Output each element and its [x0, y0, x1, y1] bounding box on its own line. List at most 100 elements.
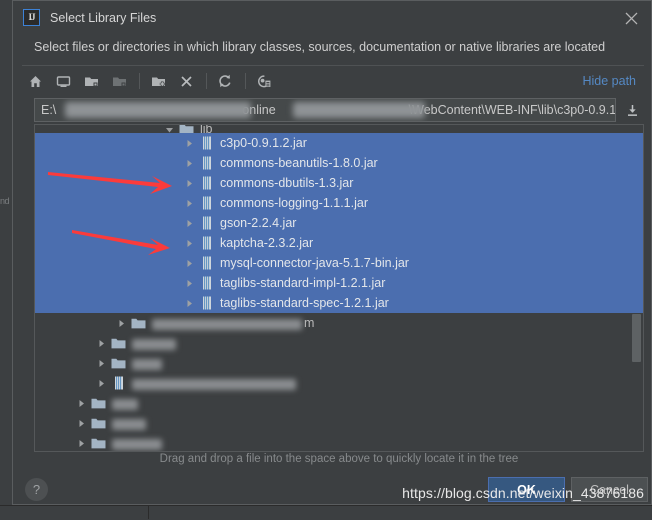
chevron-right-icon[interactable]	[183, 297, 196, 310]
ide-status-bar	[0, 505, 652, 520]
tree-row[interactable]: m	[35, 313, 643, 333]
project-folder-icon[interactable]	[78, 69, 104, 93]
tree-row[interactable]	[35, 413, 643, 433]
show-hidden-files-icon[interactable]	[251, 69, 277, 93]
chevron-right-icon[interactable]	[183, 237, 196, 250]
chevron-down-icon[interactable]	[163, 125, 176, 133]
tree-row-redacted-label	[132, 359, 162, 370]
tree-row-redacted-label	[132, 379, 296, 390]
dialog-footer: ? OK Cancel	[13, 469, 652, 505]
tree-row-label: kaptcha-2.3.2.jar	[220, 237, 313, 250]
jar-icon	[198, 275, 215, 291]
scrollbar-thumb[interactable]	[632, 314, 641, 362]
chevron-right-icon[interactable]	[75, 397, 88, 410]
chevron-right-icon[interactable]	[183, 197, 196, 210]
tree-row[interactable]	[35, 433, 643, 452]
tree-row-redacted-label	[112, 419, 146, 430]
chevron-right-icon[interactable]	[183, 137, 196, 150]
chevron-right-icon[interactable]	[183, 277, 196, 290]
selected-file-rows: c3p0-0.9.1.2.jar commons-beanutils-1.8.0.…	[35, 133, 643, 313]
tree-row[interactable]	[35, 373, 643, 393]
toolbar-separator-3	[245, 73, 246, 89]
tree-row[interactable]: mysql-connector-java-5.1.7-bin.jar	[35, 253, 643, 273]
dialog-description: Select files or directories in which lib…	[13, 34, 651, 58]
path-prefix: E:\	[41, 103, 56, 117]
tree-row[interactable]: taglibs-standard-impl-1.2.1.jar	[35, 273, 643, 293]
folder-icon	[90, 435, 107, 451]
chevron-right-icon[interactable]	[183, 157, 196, 170]
chevron-right-icon[interactable]	[95, 377, 108, 390]
tree-row-redacted-label	[132, 339, 176, 350]
dialog-titlebar: IJ Select Library Files	[13, 1, 651, 34]
download-icon[interactable]	[620, 98, 644, 122]
chevron-right-icon[interactable]	[75, 437, 88, 450]
file-tree-panel[interactable]: lib c3p0-0.9.1.2.jar commons-beanutils-1.…	[34, 124, 644, 452]
help-button[interactable]: ?	[25, 478, 48, 501]
home-icon[interactable]	[22, 69, 48, 93]
tree-row[interactable]: commons-dbutils-1.3.jar	[35, 173, 643, 193]
dialog-title: Select Library Files	[50, 11, 156, 25]
chevron-right-icon[interactable]	[75, 417, 88, 430]
select-library-files-dialog: IJ Select Library Files Select files or …	[12, 0, 652, 505]
tree-row-redacted-label	[152, 319, 302, 330]
intellij-idea-icon: IJ	[23, 9, 40, 26]
cancel-button[interactable]: Cancel	[571, 477, 648, 502]
path-redacted-1	[65, 102, 251, 118]
tree-row-label: commons-beanutils-1.8.0.jar	[220, 157, 378, 170]
folder-icon	[130, 315, 147, 331]
path-redacted-2	[293, 102, 425, 118]
folder-icon	[110, 355, 127, 371]
tree-row-label: taglibs-standard-spec-1.2.1.jar	[220, 297, 389, 310]
jar-icon	[198, 255, 215, 271]
tree-row-redacted-label	[112, 399, 138, 410]
tree-row-lib[interactable]: lib	[35, 125, 643, 133]
tree-row[interactable]: kaptcha-2.3.2.jar	[35, 233, 643, 253]
module-folder-icon	[106, 69, 132, 93]
folder-icon	[110, 335, 127, 351]
new-folder-icon[interactable]	[145, 69, 171, 93]
tree-row[interactable]: commons-logging-1.1.1.jar	[35, 193, 643, 213]
refresh-icon[interactable]	[212, 69, 238, 93]
chevron-right-icon[interactable]	[115, 317, 128, 330]
tree-row[interactable]: taglibs-standard-spec-1.2.1.jar	[35, 293, 643, 313]
tree-row[interactable]	[35, 353, 643, 373]
tree-row[interactable]	[35, 333, 643, 353]
jar-icon	[198, 155, 215, 171]
chevron-right-icon[interactable]	[183, 177, 196, 190]
toolbar-separator-2	[206, 73, 207, 89]
ok-button[interactable]: OK	[488, 477, 565, 502]
folder-icon	[178, 125, 195, 133]
tree-row[interactable]	[35, 393, 643, 413]
chevron-right-icon[interactable]	[183, 217, 196, 230]
file-chooser-toolbar: Hide path	[22, 66, 644, 96]
tree-row-label: m	[304, 317, 314, 330]
delete-icon[interactable]	[173, 69, 199, 93]
ide-status-bar-divider	[148, 505, 149, 519]
tree-row-lib-label: lib	[200, 125, 213, 133]
tree-row-label: commons-dbutils-1.3.jar	[220, 177, 353, 190]
tree-row-label: mysql-connector-java-5.1.7-bin.jar	[220, 257, 409, 270]
tree-row-redacted-label	[112, 439, 162, 450]
tree-row[interactable]: c3p0-0.9.1.2.jar	[35, 133, 643, 153]
tree-row-label: taglibs-standard-impl-1.2.1.jar	[220, 277, 385, 290]
folder-icon	[90, 395, 107, 411]
jar-icon	[198, 215, 215, 231]
chevron-right-icon[interactable]	[95, 357, 108, 370]
path-input[interactable]: E:\ online \WebContent\WEB-INF\lib\c3p0-…	[34, 98, 616, 122]
tree-row[interactable]: commons-beanutils-1.8.0.jar	[35, 153, 643, 173]
tree-row[interactable]: gson-2.2.4.jar	[35, 213, 643, 233]
close-icon[interactable]	[619, 6, 643, 30]
folder-icon	[90, 415, 107, 431]
jar-icon	[198, 135, 215, 151]
tree-row-label: commons-logging-1.1.1.jar	[220, 197, 368, 210]
chevron-right-icon[interactable]	[183, 257, 196, 270]
vertical-scrollbar[interactable]	[631, 126, 642, 452]
obscured-file-rows: m	[35, 313, 643, 452]
jar-icon	[198, 175, 215, 191]
jar-icon	[198, 295, 215, 311]
chevron-right-icon[interactable]	[95, 337, 108, 350]
desktop-icon[interactable]	[50, 69, 76, 93]
jar-icon	[198, 195, 215, 211]
hide-path-link[interactable]: Hide path	[582, 74, 636, 88]
jar-icon	[110, 375, 127, 391]
